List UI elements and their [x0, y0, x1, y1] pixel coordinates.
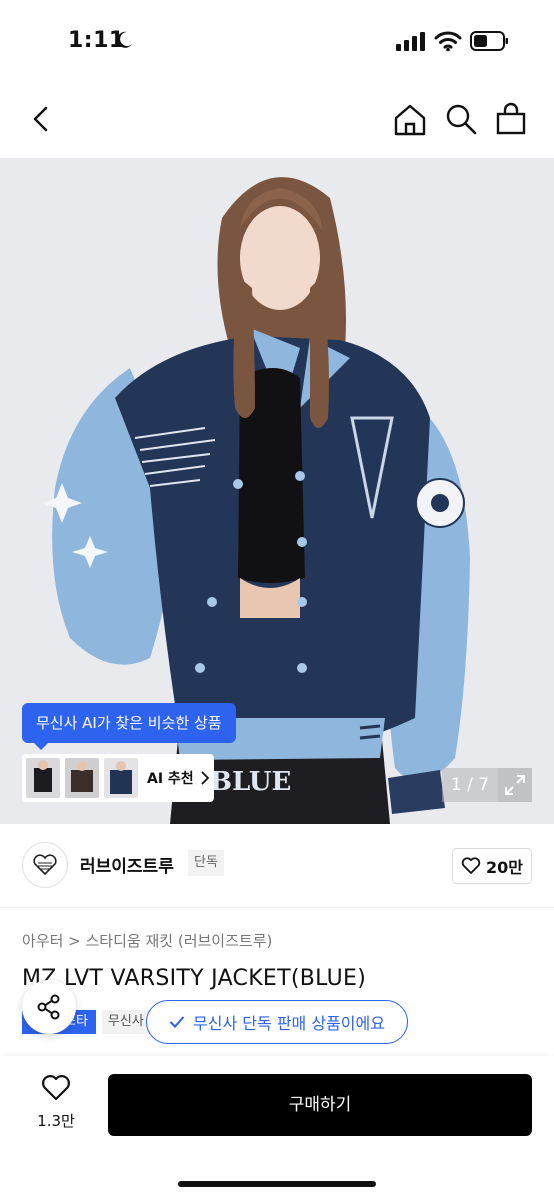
exclusive-tag: 단독 — [188, 850, 224, 876]
battery-icon — [470, 31, 508, 51]
ai-similar-tooltip[interactable]: 무신사 AI가 찾은 비슷한 상품 — [22, 703, 236, 750]
expand-icon — [505, 775, 525, 795]
chevron-right-icon — [201, 771, 209, 785]
check-icon — [169, 1016, 185, 1028]
favorite-count: 1.3만 — [37, 1112, 75, 1130]
heart-logo-icon — [33, 854, 57, 876]
ai-recommend-label: AI 추천 — [147, 771, 194, 787]
brand-row: 러브이즈트루 단독 20만 — [0, 824, 554, 908]
similar-thumbnail[interactable] — [104, 758, 138, 798]
buy-button[interactable]: 구매하기 — [108, 1074, 532, 1136]
share-icon — [37, 994, 60, 1020]
product-image-carousel[interactable]: BLUE 무신사 AI가 찾은 비슷한 상품 AI 추천 1 / 7 — [0, 158, 554, 824]
badge-gray: 무신사 — [101, 1010, 150, 1034]
brand-logo[interactable] — [22, 842, 68, 888]
wifi-icon — [434, 31, 462, 52]
top-navigation — [0, 82, 554, 158]
favorite-button[interactable]: 1.3만 — [26, 1074, 86, 1131]
exclusive-notice: 무신사 단독 판매 상품이에요 — [146, 1000, 408, 1044]
similar-thumbnail[interactable] — [26, 758, 60, 798]
home-indicator — [178, 1181, 376, 1187]
ai-recommend-strip[interactable]: AI 추천 — [22, 754, 214, 802]
heart-icon — [42, 1075, 70, 1101]
brand-name[interactable]: 러브이즈트루 — [80, 852, 174, 877]
product-title: MZ LVT VARSITY JACKET(BLUE) — [22, 966, 367, 991]
svg-text:BLUE: BLUE — [210, 767, 291, 797]
bottom-purchase-bar: 1.3만 구매하기 — [0, 1056, 554, 1200]
breadcrumb[interactable]: 아우터 > 스타디움 재킷 (러브이즈트루) — [22, 930, 272, 951]
heart-icon — [461, 857, 481, 874]
brand-like-count: 20만 — [486, 858, 523, 877]
status-bar: 1:11 — [0, 0, 554, 82]
home-icon[interactable] — [392, 102, 428, 138]
search-icon[interactable] — [444, 102, 478, 136]
image-counter: 1 / 7 — [442, 768, 498, 802]
exclusive-notice-text: 무신사 단독 판매 상품이에요 — [193, 1014, 385, 1033]
share-button[interactable] — [22, 980, 76, 1034]
signal-icon — [396, 32, 425, 51]
expand-button[interactable] — [498, 768, 532, 802]
shopping-bag-icon[interactable] — [494, 102, 528, 136]
similar-thumbnail[interactable] — [65, 758, 99, 798]
moon-icon — [117, 31, 132, 48]
back-arrow-icon[interactable] — [24, 102, 58, 136]
brand-like-button[interactable]: 20만 — [452, 848, 532, 884]
